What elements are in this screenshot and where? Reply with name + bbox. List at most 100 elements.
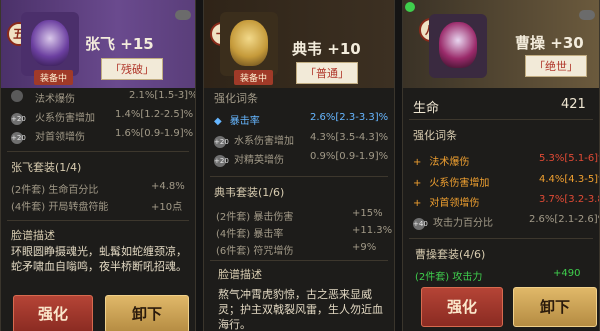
stat-label: 对首领增伤 (35, 132, 85, 143)
stat-value: 2.6%[2.1-2.6]% (529, 214, 600, 225)
equipped-badge: 装备中 (234, 70, 274, 85)
divider (210, 176, 388, 177)
stat-row: + 法术爆伤 5.3%[5.1-6]% (413, 153, 599, 168)
lock-icon: +40 (413, 218, 428, 230)
stat-label: 暴击率 (229, 116, 260, 127)
stat-label: 对精英增伤 (234, 155, 284, 166)
lock-icon: +20 (11, 132, 26, 144)
mask-panel-dianwei: 一 装备中 典韦 +10 「普通」 强化词条 ◆暴击率2.6%[2.3-3.3]… (203, 0, 395, 331)
stat-value: 3.7%[3.2-3.8]% (539, 194, 599, 205)
stat-value: 0.9%[0.9-1.9]% (310, 151, 389, 162)
mask-face-icon (439, 22, 477, 68)
stat-value: 1.6%[0.9-1.9]% (115, 128, 194, 139)
enhance-button[interactable]: 强化 (13, 295, 93, 331)
mask-panel-caocao: 八 曹操 +30 「绝世」 生命 421 强化词条 +法术爆伤5.3%[5.1-… (402, 0, 600, 331)
set-label: (2件套) 攻击力 (415, 272, 483, 283)
set-title: 张飞套装(1/4) (11, 161, 82, 174)
set-title: 典韦套装(1/6) (214, 186, 285, 199)
stat-row: + 火系伤害增加 4.4%[4.3-5]% (413, 174, 599, 189)
stat-value: 4.3%[3.5-4.3]% (310, 132, 389, 143)
mask-name-text: 曹操 (515, 34, 546, 52)
desc-text: 环眼圆睁摄魂光，虬髯如蛇缠颈凉，蛇矛啸血自嗡鸣，夜半桥断吼招魂。 (11, 245, 187, 273)
mask-name-text: 典韦 (292, 40, 323, 58)
stat-value: 4.4%[4.3-5]% (539, 174, 599, 185)
stat-row: ◆ 暴击率 2.6%[2.3-3.3]% (214, 112, 388, 127)
set-value: +10点 (151, 202, 183, 213)
lock-icon: +20 (11, 113, 26, 125)
stat-label: 法术爆伤 (35, 94, 75, 105)
stat-row: + 对首领增伤 3.7%[3.2-3.8]% (413, 194, 599, 209)
plus-icon: + (413, 178, 422, 189)
mask-portrait[interactable] (21, 12, 79, 76)
affix-title: 强化词条 (413, 129, 457, 142)
set-value: +4.8% (151, 181, 185, 192)
mask-panel-zhangfei: 五 装备中 张飞 +15 「残破」 法术爆伤 2.1%[1.5-3]% +20 火系… (0, 0, 196, 331)
stat-row: +20 对首领增伤 1.6%[0.9-1.9]% (11, 128, 193, 144)
stat-row: +40 攻击力百分比 2.6%[2.1-2.6]% (413, 214, 599, 230)
stat-value: 5.3%[5.1-6]% (539, 153, 599, 164)
stat-row: 法术爆伤 2.1%[1.5-3]% (11, 90, 195, 105)
unequip-button[interactable]: 卸下 (513, 287, 597, 327)
divider (7, 151, 189, 152)
lock-icon: +20 (214, 136, 229, 148)
desc-title: 脸谱描述 (218, 268, 262, 281)
plus-icon: + (413, 157, 422, 168)
set-row: (6件套) 符咒增伤 +9% (216, 242, 376, 257)
mask-name: 曹操 +30 (515, 32, 584, 53)
set-label: (2件套) 暴击伤害 (216, 212, 294, 223)
mask-level: +15 (120, 35, 154, 53)
set-row: (2件套) 攻击力 +490 (415, 268, 580, 283)
stat-row: +20 对精英增伤 0.9%[0.9-1.9]% (214, 151, 388, 167)
set-label: (2件套) 生命百分比 (11, 185, 99, 196)
stat-value-wrap: 3.7%[3.2-3.8]% (539, 194, 599, 205)
quality-tag: 「残破」 (101, 58, 163, 80)
divider (409, 238, 593, 239)
stat-value: 2.6%[2.3-3.3]% (310, 112, 389, 123)
stat-label: 法术爆伤 (429, 157, 470, 168)
stat-label: 火系伤害增加 (35, 113, 95, 124)
desc-title: 脸谱描述 (11, 229, 55, 242)
set-row: (2件套) 生命百分比 +4.8% (11, 181, 185, 196)
diamond-icon: ◆ (214, 116, 222, 127)
set-row: (4件套) 开局转盘符能 +10点 (11, 198, 182, 213)
stat-row: +20 水系伤害增加 4.3%[3.5-4.3]% (214, 132, 388, 148)
main-stat-label: 生命 (413, 101, 440, 116)
unequip-button[interactable]: 卸下 (105, 295, 189, 331)
mask-name: 典韦 +10 (292, 38, 361, 59)
stat-label: 水系伤害增加 (234, 136, 294, 147)
quality-tag: 「绝世」 (525, 55, 587, 77)
set-value: +9% (352, 242, 377, 253)
lock-icon: +20 (214, 155, 229, 167)
set-value: +15% (352, 208, 383, 219)
mask-name: 张飞 +15 (85, 33, 154, 54)
set-label: (4件套) 暴击率 (216, 229, 284, 240)
mask-name-text: 张飞 (85, 35, 116, 53)
set-row: (2件套) 暴击伤害 +15% (216, 208, 383, 223)
mask-portrait[interactable] (429, 14, 487, 78)
quality-tag: 「普通」 (296, 62, 358, 84)
set-label: (6件套) 符咒增伤 (216, 246, 294, 257)
stat-row: +20 火系伤害增加 1.4%[1.2-2.5]% (11, 109, 193, 125)
main-stat-value: 421 (561, 97, 586, 112)
stat-value-wrap: 4.4%[4.3-5]% (539, 174, 599, 185)
enhance-button[interactable]: 强化 (421, 287, 503, 327)
set-label: (4件套) 开局转盘符能 (11, 202, 109, 213)
stat-label: 对首领增伤 (429, 198, 480, 209)
set-value: +490 (553, 268, 581, 279)
stat-icon (11, 90, 23, 102)
mask-level: +10 (327, 40, 361, 58)
divider (409, 119, 593, 120)
divider (210, 260, 388, 261)
mask-level: +30 (550, 34, 584, 52)
stat-label: 火系伤害增加 (429, 178, 490, 189)
lock-toggle[interactable] (175, 10, 191, 20)
set-row: (4件套) 暴击率 +11.3% (216, 225, 392, 240)
mask-portrait[interactable] (220, 12, 278, 76)
divider (7, 220, 189, 221)
desc-text: 熬气冲霄虎豹惊，古之恶来显威灵；护主双戟裂风雷，生人勿近血海行。 (218, 288, 383, 331)
stat-value: 2.1%[1.5-3]% (129, 90, 196, 101)
set-title: 曹操套装(4/6) (415, 248, 486, 261)
lock-toggle[interactable] (579, 10, 595, 20)
equipped-badge: 装备中 (34, 70, 74, 85)
affix-title: 强化词条 (214, 92, 258, 105)
